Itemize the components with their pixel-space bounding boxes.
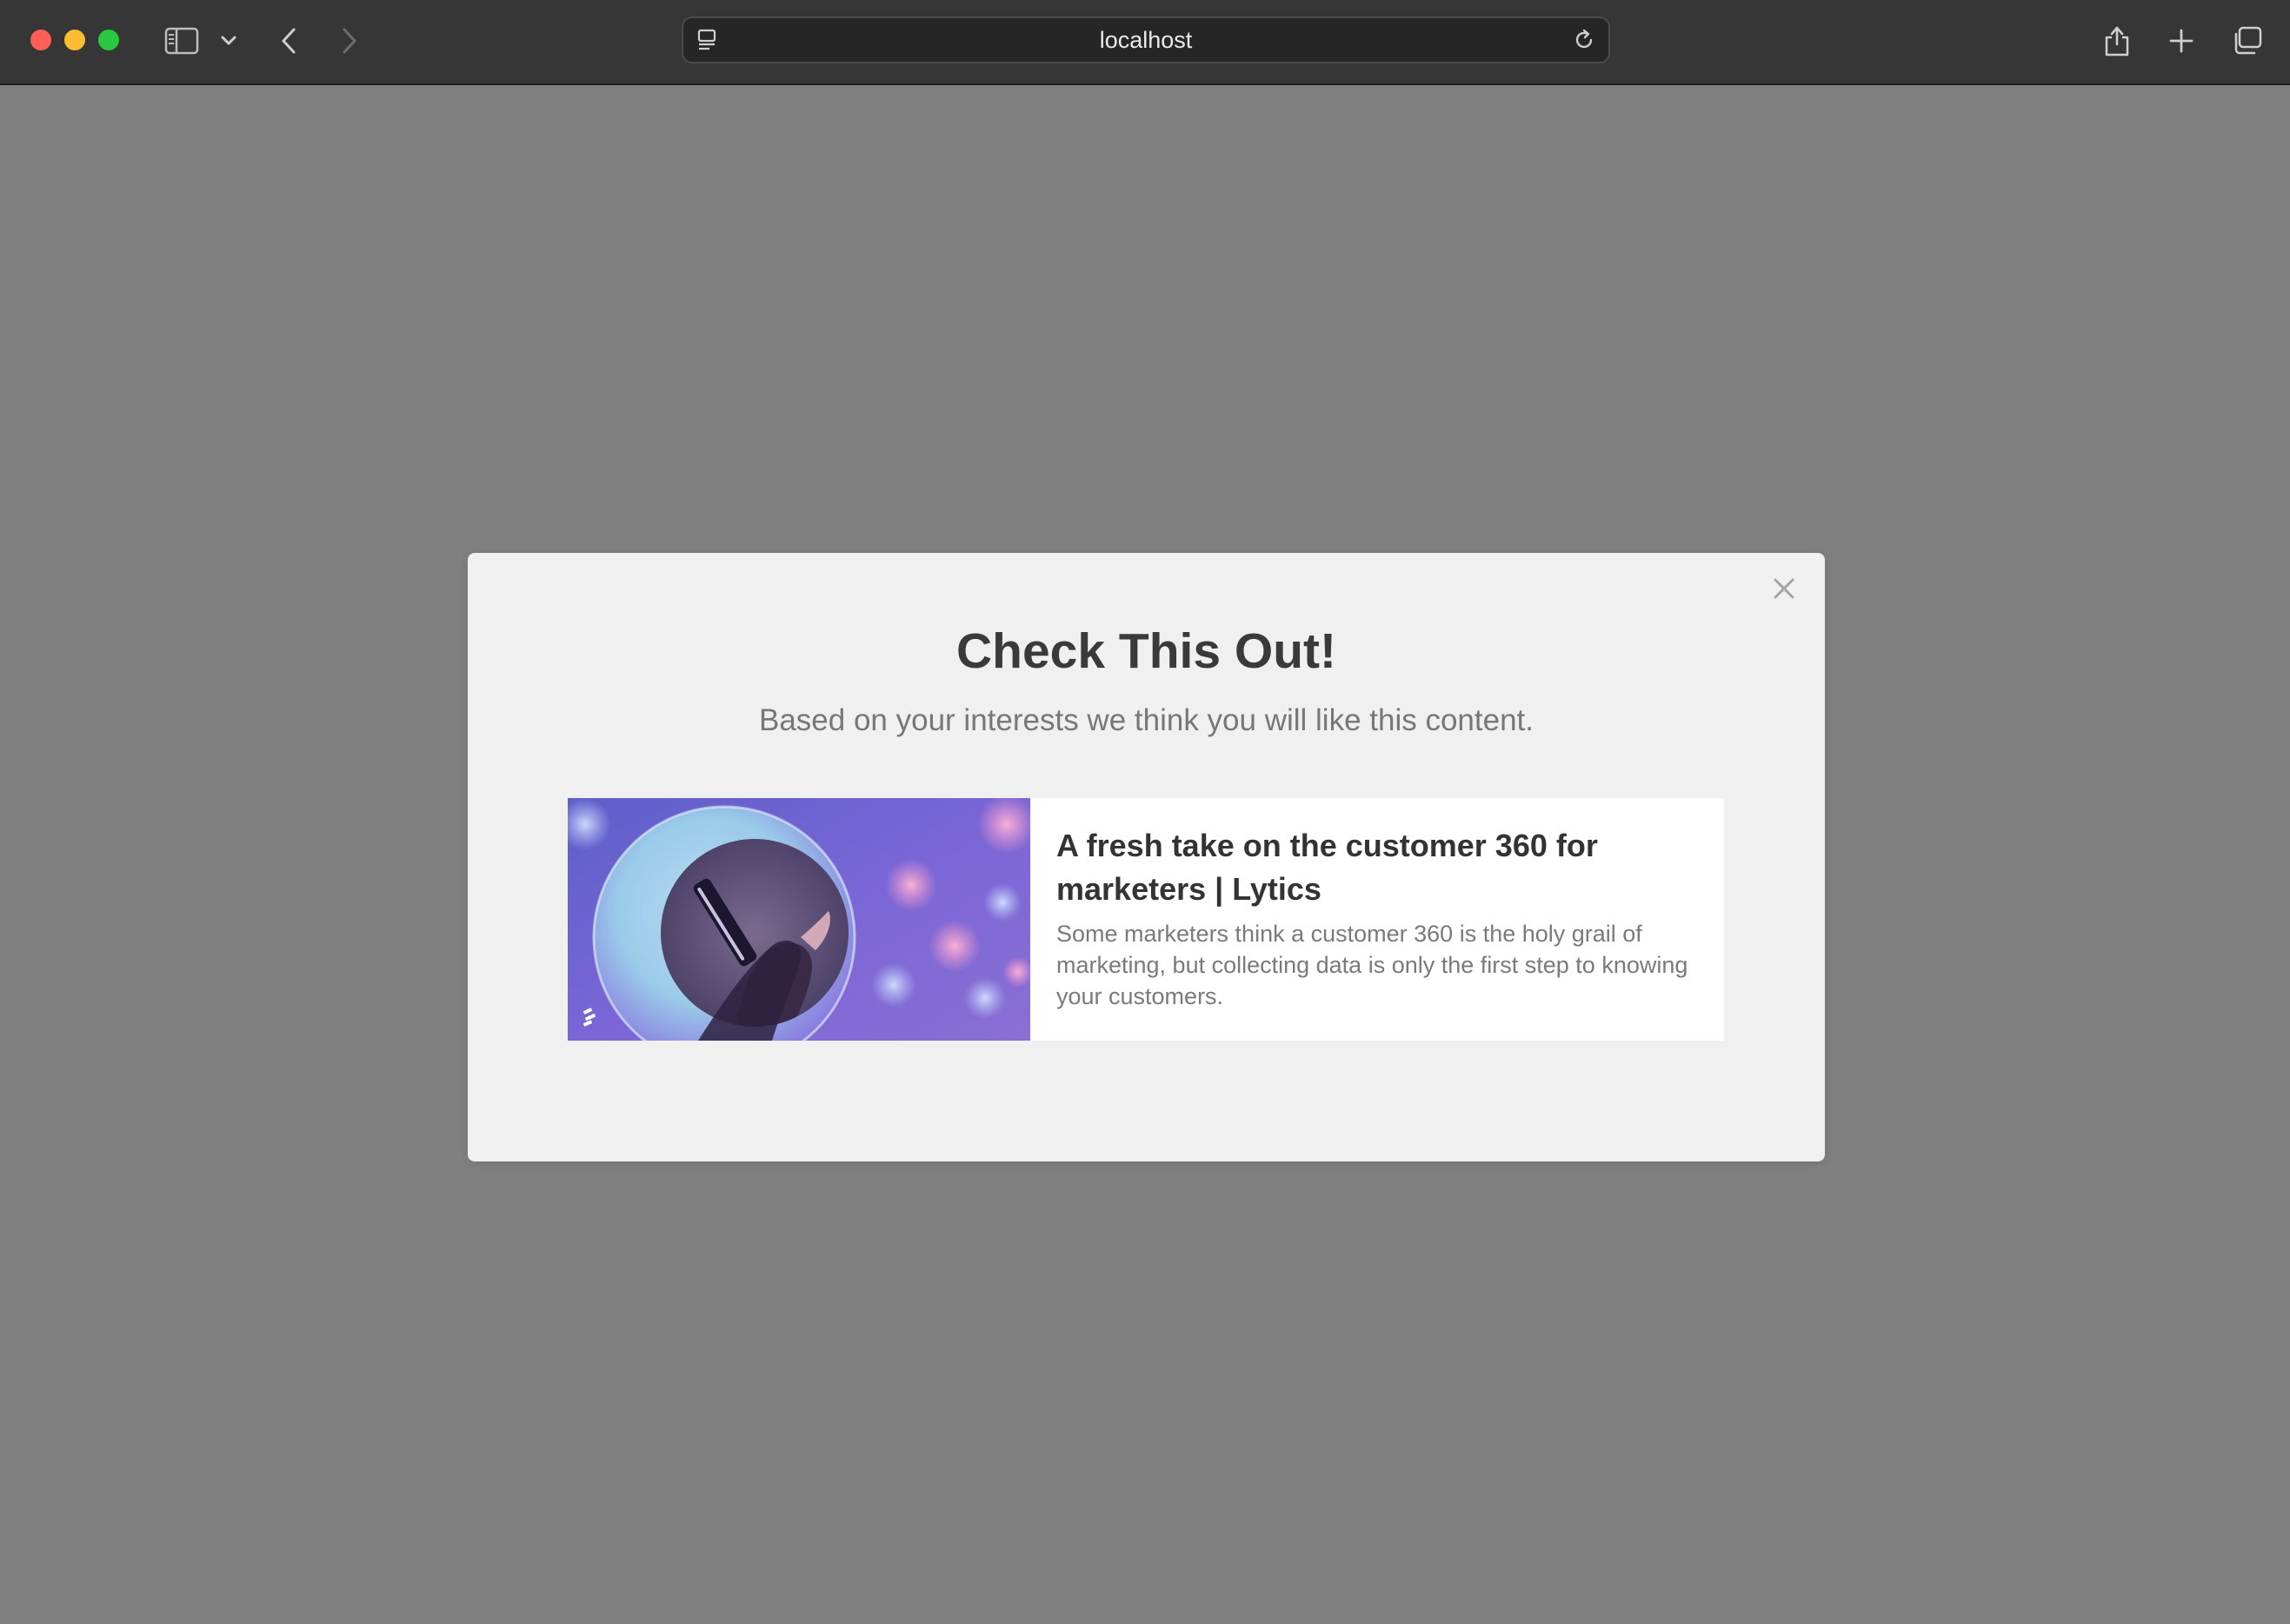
window-close-button[interactable]	[30, 30, 51, 50]
close-icon[interactable]	[1766, 570, 1802, 607]
url-text[interactable]: localhost	[683, 18, 1608, 62]
card-title[interactable]: A fresh take on the customer 360 for mar…	[1056, 824, 1698, 911]
card-description: Some marketers think a customer 360 is t…	[1056, 921, 1688, 1009]
recommendation-modal: Check This Out! Based on your interests …	[468, 553, 1825, 1161]
share-icon[interactable]	[2095, 19, 2139, 63]
modal-title: Check This Out!	[955, 623, 1337, 679]
card-thumbnail[interactable]	[568, 798, 1030, 1041]
chevron-right-icon[interactable]	[328, 19, 371, 63]
card-text[interactable]: A fresh take on the customer 360 for mar…	[1030, 798, 1724, 1041]
modal-subtitle: Based on your interests we think you wil…	[759, 703, 1534, 737]
sidebar-icon[interactable]	[160, 19, 203, 63]
window-minimize-button[interactable]	[64, 30, 85, 50]
plus-icon[interactable]	[2160, 19, 2203, 63]
chevron-down-icon[interactable]	[209, 19, 249, 63]
tab-overview-icon[interactable]	[2226, 19, 2269, 63]
window-maximize-button[interactable]	[98, 30, 119, 50]
browser-toolbar: localhost	[0, 0, 2290, 85]
content-card[interactable]: A fresh take on the customer 360 for mar…	[568, 798, 1724, 1041]
address-bar[interactable]: localhost	[682, 17, 1610, 63]
reload-icon[interactable]	[1570, 26, 1598, 58]
chevron-left-icon[interactable]	[267, 19, 310, 63]
